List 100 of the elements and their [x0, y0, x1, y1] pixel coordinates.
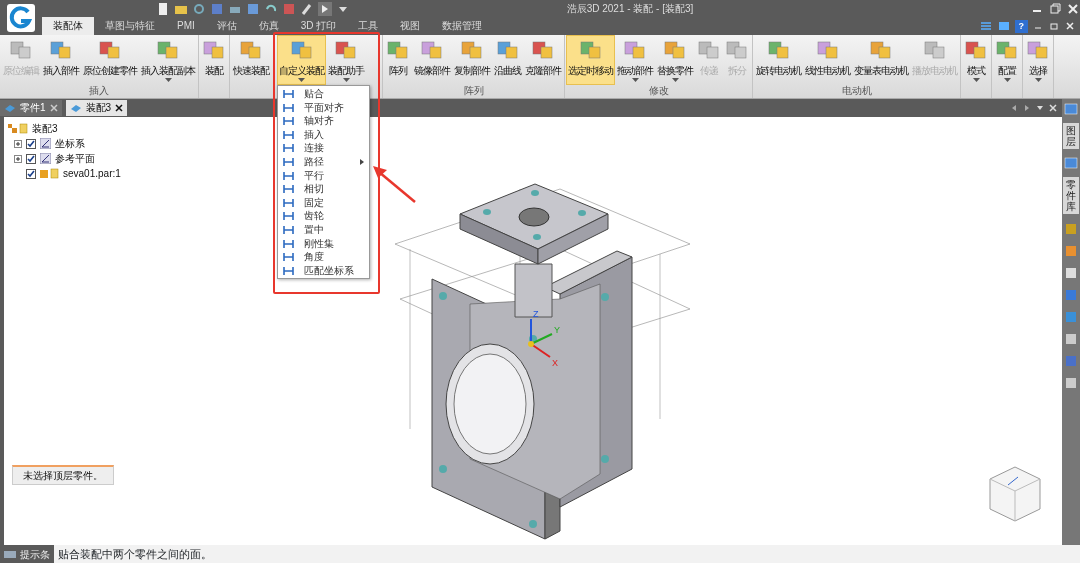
ribbon-button[interactable]: 选定时移动 — [566, 35, 615, 85]
ribbon-tab[interactable]: 评估 — [205, 17, 248, 35]
left-arrow-icon[interactable] — [1010, 104, 1018, 112]
document-tab[interactable]: 装配3 — [65, 100, 128, 116]
ribbon-button[interactable]: 装配 — [200, 35, 228, 85]
ribbon-button[interactable]: 沿曲线 — [492, 35, 523, 85]
ribbon-button[interactable]: 阵列 — [384, 35, 412, 85]
right-arrow-icon[interactable] — [1023, 104, 1031, 112]
ribbon-button[interactable]: 装配助手 — [326, 35, 366, 85]
tool-icon — [289, 38, 314, 60]
axis-label: Y — [554, 325, 560, 335]
menu-item[interactable]: 相切 — [278, 182, 369, 196]
panel-icon[interactable] — [1064, 376, 1078, 390]
tool-icon — [334, 38, 358, 60]
expand-icon[interactable] — [14, 154, 22, 163]
ribbon-tab[interactable]: 数据管理 — [431, 17, 494, 35]
ribbon-button[interactable]: 自定义装配 — [277, 35, 326, 85]
annotation-arrow — [371, 164, 417, 204]
relation-icon — [283, 156, 294, 167]
menu-item[interactable]: 路径 — [278, 154, 369, 169]
ribbon-button[interactable]: 拖动部件 — [615, 35, 655, 85]
axis-label: Z — [533, 309, 539, 319]
restore-icon[interactable] — [1048, 20, 1060, 32]
ribbon-button[interactable]: 替换零件 — [655, 35, 695, 85]
relation-icon — [283, 170, 294, 181]
close-icon[interactable] — [1066, 1, 1080, 16]
close-icon[interactable] — [115, 104, 124, 112]
tool-icon — [531, 38, 555, 60]
pointer-icon[interactable] — [318, 1, 332, 16]
menu-item[interactable]: 角度 — [278, 250, 369, 264]
caret-icon[interactable] — [1036, 104, 1044, 112]
ribbon-button[interactable]: 插入部件 — [41, 35, 81, 85]
menu-item[interactable]: 齿轮 — [278, 209, 369, 223]
ribbon-button[interactable]: 插入装配副本 — [139, 35, 197, 85]
menu-item[interactable]: 平行 — [278, 168, 369, 183]
tree-item[interactable]: 坐标系 — [55, 136, 85, 151]
ribbon-button[interactable]: 变量表电动机 — [852, 35, 910, 85]
panel-icon[interactable] — [1064, 332, 1078, 346]
document-icon[interactable] — [156, 1, 170, 16]
side-panel-tab[interactable]: 图层 — [1063, 123, 1079, 149]
relation-icon — [283, 224, 294, 235]
tree-item[interactable]: seva01.par:1 — [63, 166, 121, 181]
menu-item[interactable]: 固定 — [278, 195, 369, 210]
menu-item[interactable]: 置中 — [278, 222, 369, 237]
tree-item[interactable]: 装配3 — [32, 121, 58, 136]
menu-item[interactable]: 轴对齐 — [278, 114, 369, 128]
panel-icon[interactable] — [1064, 266, 1078, 280]
ribbon-tab[interactable]: PMI — [166, 17, 206, 35]
ribbon-button[interactable]: 克隆部件 — [523, 35, 563, 85]
close-icon[interactable] — [1064, 20, 1076, 32]
tool-icon — [495, 38, 520, 60]
ribbon-tab[interactable]: 草图与特征 — [94, 17, 166, 35]
axis-label: X — [552, 358, 558, 368]
relation-icon — [283, 143, 294, 154]
menu-item[interactable]: 匹配坐标系 — [278, 263, 369, 278]
ribbon-tab[interactable]: 装配体 — [42, 17, 94, 35]
coordinate-icon — [40, 138, 51, 149]
tool-icon — [964, 38, 988, 60]
ribbon-button[interactable]: 线性电动机 — [803, 35, 852, 85]
tool-icon — [386, 38, 410, 60]
menu-item[interactable]: 平面对齐 — [278, 100, 369, 115]
ribbon-button[interactable]: 选择 — [1024, 35, 1052, 85]
panel-icon[interactable] — [1064, 157, 1078, 169]
panel-icon[interactable] — [1064, 222, 1078, 236]
menu-item[interactable]: 插入 — [278, 127, 369, 142]
ribbon-tab[interactable]: 仿真 — [247, 17, 290, 35]
side-panel-tab[interactable]: 零件库 — [1063, 177, 1079, 214]
ribbon-button[interactable]: 原位创建零件 — [81, 35, 139, 85]
expand-icon[interactable] — [14, 139, 22, 148]
relation-icon — [283, 197, 294, 208]
tool-icon — [725, 38, 749, 60]
restore-icon[interactable] — [1048, 1, 1062, 16]
ribbon-tab[interactable]: 3D 打印 — [289, 17, 348, 35]
ribbon-button[interactable]: 配置 — [993, 35, 1021, 85]
list-icon[interactable] — [978, 20, 993, 32]
help-button[interactable]: ? — [1014, 19, 1028, 33]
relation-icon — [283, 238, 294, 249]
tool-icon — [922, 38, 947, 60]
menu-item[interactable]: 刚性集 — [278, 236, 369, 251]
ribbon-tab[interactable]: 工具 — [347, 17, 390, 35]
ribbon-tab[interactable]: 视图 — [389, 17, 432, 35]
document-tab[interactable]: 零件1 — [0, 100, 62, 116]
checkbox[interactable] — [26, 153, 36, 164]
ribbon-button[interactable]: 旋转电动机 — [754, 35, 803, 85]
ribbon-button[interactable]: 模式 — [962, 35, 990, 85]
tool-icon — [578, 38, 603, 60]
ribbon-button[interactable]: 复制部件 — [452, 35, 492, 85]
tree-item[interactable]: 参考平面 — [55, 151, 95, 166]
panel-icon[interactable] — [1064, 103, 1078, 115]
checkbox[interactable] — [26, 138, 36, 149]
tool-icon — [9, 38, 33, 60]
checkbox[interactable] — [26, 168, 36, 179]
ribbon-button[interactable]: 镜像部件 — [412, 35, 452, 85]
ribbon-button[interactable]: 快速装配 — [231, 35, 271, 85]
panel-icon[interactable] — [1064, 244, 1078, 258]
group-label: 电动机 — [840, 85, 873, 97]
assembly-icon — [8, 123, 28, 134]
menu-item[interactable]: 连接 — [278, 141, 369, 155]
tool-icon — [202, 38, 226, 60]
menu-item[interactable]: 贴合 — [278, 87, 369, 101]
